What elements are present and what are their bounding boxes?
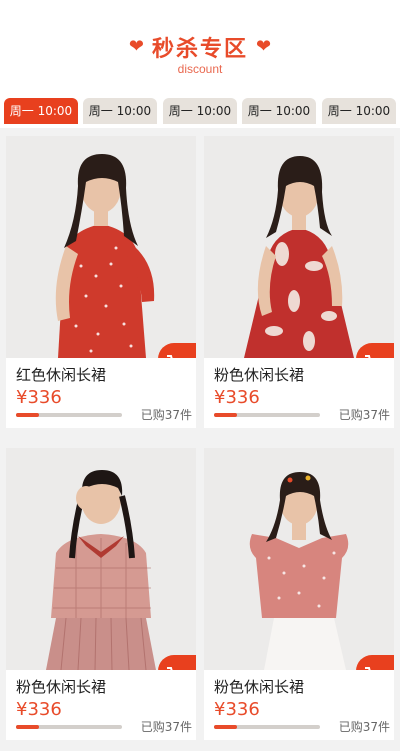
section-title-row: ❤ 秒杀专区 ❤ xyxy=(0,30,400,64)
product-price: ¥336 xyxy=(16,699,62,720)
heart-icon: ❤ xyxy=(256,36,272,57)
sales-progress-bar xyxy=(214,413,320,417)
product-name: 粉色休闲长裙 xyxy=(16,678,107,696)
time-slot-tabs: 周一 10:00 周一 10:00 周一 10:00 周一 10:00 周一 1… xyxy=(0,96,400,128)
product-card[interactable]: 粉色休闲长裙 ¥336 已购37件 xyxy=(6,448,196,740)
product-card[interactable]: 红色休闲长裙 ¥336 已购37件 xyxy=(6,136,196,428)
sold-count: 已购37件 xyxy=(140,720,192,734)
product-photo[interactable] xyxy=(204,136,394,358)
sales-progress-bar xyxy=(214,725,320,729)
tab-time-slot[interactable]: 周一 10:00 xyxy=(83,98,157,124)
product-name: 红色休闲长裙 xyxy=(16,366,107,384)
sold-count: 已购37件 xyxy=(338,408,390,422)
product-name: 粉色休闲长裙 xyxy=(214,678,305,696)
product-card[interactable]: 粉色休闲长裙 ¥336 已购37件 xyxy=(204,448,394,740)
product-photo[interactable] xyxy=(6,448,196,670)
tab-time-slot[interactable]: 周一 10:00 xyxy=(4,98,78,124)
sales-progress-bar xyxy=(16,413,122,417)
product-name: 粉色休闲长裙 xyxy=(214,366,305,384)
product-info: 粉色休闲长裙 ¥336 已购37件 xyxy=(204,670,394,740)
tab-time-slot[interactable]: 周一 10:00 xyxy=(242,98,316,124)
product-price: ¥336 xyxy=(214,699,260,720)
product-price: ¥336 xyxy=(214,387,260,408)
product-photo[interactable] xyxy=(6,136,196,358)
product-price: ¥336 xyxy=(16,387,62,408)
product-photo[interactable] xyxy=(204,448,394,670)
header: ❤ 秒杀专区 ❤ discount xyxy=(0,0,400,96)
product-card[interactable]: 粉色休闲长裙 ¥336 已购37件 xyxy=(204,136,394,428)
product-info: 红色休闲长裙 ¥336 已购37件 xyxy=(6,358,196,428)
sold-count: 已购37件 xyxy=(140,408,192,422)
product-info: 粉色休闲长裙 ¥336 已购37件 xyxy=(204,358,394,428)
heart-icon: ❤ xyxy=(128,36,144,57)
tab-time-slot[interactable]: 周一 10:00 xyxy=(322,98,396,124)
page-title: 秒杀专区 xyxy=(151,37,248,62)
sales-progress-bar xyxy=(16,725,122,729)
tab-time-slot[interactable]: 周一 10:00 xyxy=(163,98,237,124)
sold-count: 已购37件 xyxy=(338,720,390,734)
page-subtitle: discount xyxy=(177,62,223,76)
product-info: 粉色休闲长裙 ¥336 已购37件 xyxy=(6,670,196,740)
